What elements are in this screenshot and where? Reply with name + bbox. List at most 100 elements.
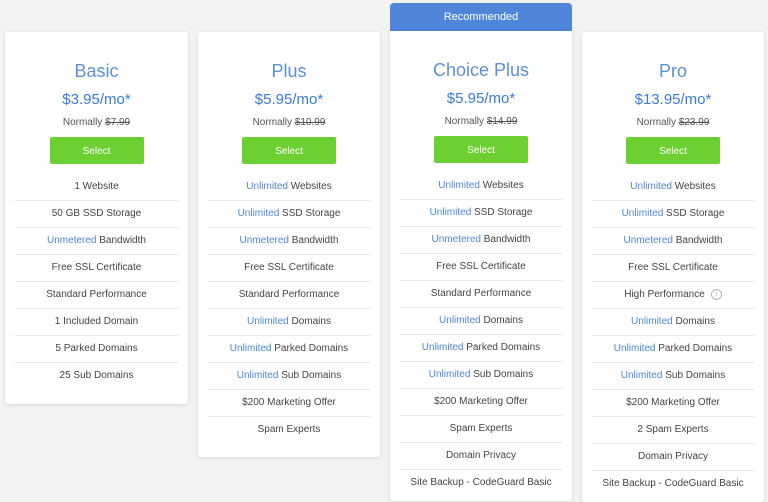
feature-text: Parked Domains (463, 342, 541, 353)
feature-list: Unlimited Websites Unlimited SSD Storage U… (400, 173, 562, 496)
feature-item: Free SSL Certificate (208, 255, 370, 282)
normal-price: Normally $7.99 (15, 117, 178, 129)
feature-text: Websites (479, 180, 524, 191)
feature-text: Domain Privacy (445, 450, 517, 461)
select-button[interactable]: Select (242, 137, 336, 164)
feature-highlight: Unlimited (613, 343, 656, 354)
feature-text: Sub Domains (278, 370, 342, 381)
feature-text: High Performance (624, 289, 705, 300)
recommended-badge: Recommended (390, 3, 572, 31)
feature-text: Spam Experts (449, 423, 513, 434)
feature-text: Free SSL Certificate (436, 261, 526, 272)
plan-name: Basic (74, 61, 119, 81)
feature-text: SSD Storage (279, 208, 341, 219)
feature-highlight: Unlimited (229, 343, 272, 354)
feature-item: $200 Marketing Offer (400, 389, 562, 416)
feature-item: Unlimited Parked Domains (208, 336, 370, 363)
feature-text: Bandwidth (96, 235, 146, 246)
feature-highlight: Unmetered (623, 235, 673, 246)
feature-item: Site Backup - CodeGuard Basic (592, 471, 754, 497)
feature-item: Unmetered Bandwidth (208, 228, 370, 255)
feature-item: Unlimited SSD Storage (400, 200, 562, 227)
feature-highlight: Unmetered (431, 234, 481, 245)
feature-text: 2 Spam Experts (637, 424, 709, 435)
info-icon[interactable]: i (710, 288, 722, 300)
feature-highlight: Unlimited (620, 370, 663, 381)
select-button[interactable]: Select (434, 136, 528, 163)
feature-item: 5 Parked Domains (15, 336, 178, 363)
feature-text: Websites (671, 181, 716, 192)
feature-item: Unlimited Sub Domains (208, 363, 370, 390)
feature-text: $200 Marketing Offer (434, 396, 528, 407)
feature-list: Unlimited Websites Unlimited SSD Storage U… (592, 174, 754, 497)
feature-item: Unlimited Domains (592, 309, 754, 336)
feature-item: Standard Performance (208, 282, 370, 309)
normally-label: Normally (444, 116, 485, 127)
feature-item: Unmetered Bandwidth (400, 227, 562, 254)
feature-item: Standard Performance (15, 282, 178, 309)
feature-highlight: Unlimited (429, 207, 472, 218)
feature-text: Standard Performance (238, 289, 340, 300)
feature-text: Bandwidth (480, 234, 531, 245)
feature-text: Domain Privacy (637, 451, 709, 462)
feature-item: Domain Privacy (400, 443, 562, 470)
feature-item: Domain Privacy (592, 444, 754, 471)
plan-name: Plus (271, 61, 307, 81)
normal-price: Normally $10.99 (208, 117, 370, 129)
feature-item: Unlimited SSD Storage (208, 201, 370, 228)
feature-item: Site Backup - CodeGuard Basic (400, 470, 562, 496)
feature-text: Bandwidth (672, 235, 723, 246)
feature-text: Domains (672, 316, 715, 327)
feature-text: Standard Performance (430, 288, 532, 299)
feature-item: Unlimited Domains (208, 309, 370, 336)
feature-text: Sub Domains (662, 370, 726, 381)
plan-name: Choice Plus (432, 60, 530, 80)
select-button[interactable]: Select (49, 137, 144, 164)
feature-item: Unlimited Parked Domains (400, 335, 562, 362)
feature-item: Unlimited Websites (400, 173, 562, 200)
feature-item: Free SSL Certificate (592, 255, 754, 282)
plan-price: $5.95/mo* (446, 90, 516, 107)
feature-item: 50 GB SSD Storage (15, 201, 178, 228)
feature-item: Unlimited Sub Domains (592, 363, 754, 390)
feature-text: Bandwidth (288, 235, 339, 246)
feature-item: $200 Marketing Offer (208, 390, 370, 417)
feature-item: $200 Marketing Offer (592, 390, 754, 417)
feature-item: Spam Experts (400, 416, 562, 443)
feature-item: Unlimited Domains (400, 308, 562, 335)
normal-price: Normally $23.99 (592, 117, 754, 129)
feature-text: 5 Parked Domains (55, 343, 138, 354)
feature-item: Unlimited Parked Domains (592, 336, 754, 363)
feature-highlight: Unlimited (631, 316, 673, 327)
feature-text: Domains (480, 315, 523, 326)
feature-item: Unlimited Websites (208, 174, 370, 201)
feature-highlight: Unlimited (237, 208, 280, 219)
feature-text: $200 Marketing Offer (242, 397, 336, 408)
old-price: $10.99 (294, 117, 326, 128)
feature-highlight: Unlimited (438, 180, 480, 191)
feature-text: 50 GB SSD Storage (51, 208, 142, 219)
feature-highlight: Unmetered (47, 235, 97, 246)
feature-item: 25 Sub Domains (15, 363, 178, 389)
feature-item: High Performance i (592, 282, 754, 309)
feature-text: Domains (288, 316, 331, 327)
feature-text: Parked Domains (271, 343, 349, 354)
plan-name: Pro (658, 61, 687, 81)
feature-item: Standard Performance (400, 281, 562, 308)
plan-card-choice-plus: Choice Plus $5.95/mo* Normally $14.99 Selec… (390, 31, 572, 501)
feature-text: $200 Marketing Offer (626, 397, 720, 408)
old-price: $7.99 (105, 117, 131, 128)
feature-item: 1 Website (15, 174, 178, 201)
select-button[interactable]: Select (626, 137, 720, 164)
feature-item: Unmetered Bandwidth (592, 228, 754, 255)
feature-highlight: Unmetered (239, 235, 289, 246)
feature-item: Unlimited Sub Domains (400, 362, 562, 389)
feature-text: Free SSL Certificate (244, 262, 334, 273)
normally-label: Normally (252, 117, 293, 128)
feature-text: Standard Performance (46, 289, 147, 300)
feature-text: 1 Included Domain (54, 316, 139, 327)
feature-item: Spam Experts (208, 417, 370, 443)
feature-highlight: Unlimited (236, 370, 279, 381)
plan-price: $13.95/mo* (634, 91, 712, 108)
plan-price: $5.95/mo* (254, 91, 324, 108)
